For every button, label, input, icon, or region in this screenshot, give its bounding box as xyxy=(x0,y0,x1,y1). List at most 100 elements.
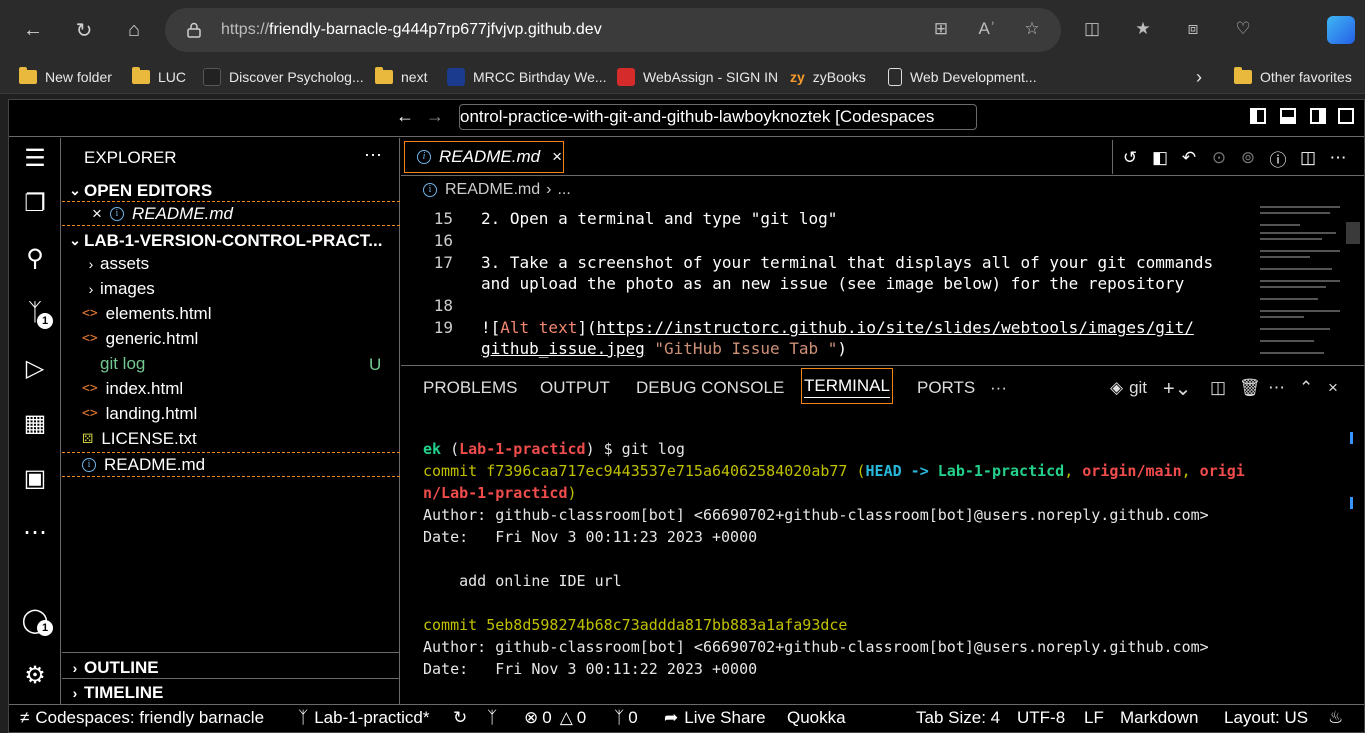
remote-indicator[interactable]: ≠ Codespaces: friendly barnacle xyxy=(20,706,264,730)
new-terminal-icon[interactable]: +⌄ xyxy=(1163,374,1191,402)
more-icon[interactable]: ⋯ xyxy=(9,510,61,554)
favorite-luc[interactable]: LUC xyxy=(132,66,186,88)
terminal-prompt[interactable]: ek (Lab-1-practicd) $ git log xyxy=(423,440,685,462)
code-line[interactable]: 17 3. Take a screenshot of your terminal … xyxy=(401,253,1213,274)
quokka-button[interactable]: Quokka xyxy=(787,706,846,730)
split-terminal-icon[interactable]: ◫ xyxy=(1210,374,1226,402)
favorite-zybooks[interactable]: zy zyBooks xyxy=(790,66,866,88)
tree-item-readme[interactable]: i README.md xyxy=(62,452,400,477)
accounts-icon[interactable]: ◯ 1 xyxy=(9,598,61,642)
search-icon[interactable]: ⚲ xyxy=(9,236,61,280)
open-changes-icon[interactable]: ◧ xyxy=(1148,146,1172,170)
split-editor-icon[interactable]: ◫ xyxy=(1296,146,1320,170)
other-favorites[interactable]: Other favorites xyxy=(1234,66,1352,88)
favorite-discover-psychology[interactable]: Discover Psycholog... xyxy=(203,66,364,88)
tree-item-git-log[interactable]: git log xyxy=(62,351,400,376)
toggle-panel-icon[interactable] xyxy=(1280,108,1296,124)
app-available-icon[interactable]: ⊞ xyxy=(930,18,952,40)
code-line[interactable]: 16 xyxy=(401,231,481,252)
extensions-icon[interactable]: ▦ xyxy=(9,401,61,445)
refresh-icon[interactable]: ↻ xyxy=(68,14,100,46)
tree-item-index[interactable]: <> index.html xyxy=(62,376,400,401)
publish-icon[interactable]: ᛉ xyxy=(487,706,497,730)
go-back-icon[interactable]: ← xyxy=(396,106,414,127)
tab-readme[interactable]: i README.md × xyxy=(404,141,564,173)
favorite-web-development[interactable]: Web Development... xyxy=(888,66,1037,88)
encoding[interactable]: UTF-8 xyxy=(1017,706,1065,730)
code-line[interactable]: 15 2. Open a terminal and type "git log" xyxy=(401,209,838,230)
project-section[interactable]: ⌄ LAB-1-VERSION-CONTROL-PRACT... xyxy=(62,228,400,253)
close-icon[interactable]: × xyxy=(92,204,102,224)
code-line-wrapped[interactable]: and upload the photo as an new issue (se… xyxy=(401,274,1184,295)
code-line[interactable]: 18 xyxy=(401,296,481,317)
collections-icon[interactable]: ⧈ xyxy=(1182,18,1204,40)
favorites-icon[interactable]: ★ xyxy=(1132,18,1154,40)
customize-layout-icon[interactable] xyxy=(1338,108,1354,124)
keyboard-layout[interactable]: Layout: US xyxy=(1224,706,1308,730)
toggle-sidebar-icon[interactable] xyxy=(1250,108,1266,124)
favorite-mrcc[interactable]: MRCC Birthday We... xyxy=(447,66,607,88)
outline-section[interactable]: › OUTLINE xyxy=(62,655,400,680)
open-editors-section[interactable]: ⌄ OPEN EDITORS xyxy=(62,178,400,203)
sync-icon[interactable]: ↻ xyxy=(453,706,467,730)
timeline-section[interactable]: › TIMELINE xyxy=(62,680,400,705)
editor-more-icon[interactable]: ⋯ xyxy=(1326,146,1350,170)
address-bar[interactable]: https://friendly-barnacle-g444p7rp677jfv… xyxy=(165,8,1061,52)
gitlens-icon[interactable]: ⓘ xyxy=(1266,146,1290,170)
ports-indicator[interactable]: ᛉ0 xyxy=(614,706,638,730)
kill-terminal-icon[interactable]: 🗑 xyxy=(1239,374,1261,402)
settings-gear-icon[interactable]: ⚙ xyxy=(9,653,61,697)
toggle-secondary-sidebar-icon[interactable] xyxy=(1310,108,1326,124)
breadcrumb-file[interactable]: README.md xyxy=(445,181,540,199)
explorer-more-icon[interactable]: ⋯ xyxy=(364,145,382,166)
tab-debug-console[interactable]: DEBUG CONSOLE xyxy=(636,374,784,402)
minimap[interactable] xyxy=(1258,202,1344,362)
command-center[interactable]: ontrol-practice-with-git-and-github-lawb… xyxy=(459,104,977,130)
tree-item-assets[interactable]: › assets xyxy=(62,251,400,276)
tree-item-license[interactable]: ⚄ LICENSE.txt xyxy=(62,426,400,451)
close-panel-icon[interactable]: × xyxy=(1328,374,1338,402)
terminal-shell-selector[interactable]: ◈ git xyxy=(1110,374,1147,402)
copilot-icon[interactable] xyxy=(1327,16,1355,44)
favorite-webassign[interactable]: WebAssign - SIGN IN xyxy=(617,66,778,88)
branch-indicator[interactable]: ᛉ Lab-1-practicd* xyxy=(298,706,429,730)
tree-item-images[interactable]: › images xyxy=(62,276,400,301)
tab-ports[interactable]: PORTS xyxy=(917,374,975,402)
read-aloud-icon[interactable]: Aʾ xyxy=(976,18,998,40)
maximize-panel-icon[interactable]: ⌃ xyxy=(1299,374,1313,402)
home-icon[interactable]: ⌂ xyxy=(118,14,150,46)
favorite-new-folder[interactable]: New folder xyxy=(19,66,112,88)
code-line-wrapped[interactable]: github_issue.jpeg "GitHub Issue Tab ") xyxy=(401,339,847,360)
tab-size[interactable]: Tab Size: 4 xyxy=(916,706,1000,730)
editor-scrollbar[interactable] xyxy=(1346,222,1360,244)
tree-item-generic[interactable]: <> generic.html xyxy=(62,326,400,351)
panel-actions-icon[interactable]: ⋯ xyxy=(1268,374,1285,402)
language-mode[interactable]: Markdown xyxy=(1120,706,1198,730)
notifications-bell-icon[interactable]: ♨ xyxy=(1328,706,1343,730)
problems-indicator[interactable]: ⊗ 0 △ 0 xyxy=(524,706,586,730)
revert-icon[interactable]: ↶ xyxy=(1177,146,1201,170)
favorite-star-icon[interactable]: ☆ xyxy=(1021,18,1043,40)
open-editor-readme[interactable]: × i README.md xyxy=(62,201,400,226)
favorite-next[interactable]: next xyxy=(375,66,427,88)
explorer-icon[interactable]: ❐ xyxy=(9,181,61,225)
tab-problems[interactable]: PROBLEMS xyxy=(423,374,517,402)
back-icon[interactable]: ← xyxy=(17,14,49,46)
tree-item-landing[interactable]: <> landing.html xyxy=(62,401,400,426)
timeline-history-icon[interactable]: ↺ xyxy=(1118,146,1142,170)
go-forward-icon[interactable]: → xyxy=(426,106,444,127)
tab-output[interactable]: OUTPUT xyxy=(540,374,610,402)
remote-explorer-icon[interactable]: ▣ xyxy=(9,456,61,500)
run-debug-icon[interactable]: ▷ xyxy=(9,346,61,390)
browser-essentials-icon[interactable]: ♡ xyxy=(1232,18,1254,40)
live-share-button[interactable]: ➦ Live Share xyxy=(664,706,766,730)
close-tab-icon[interactable]: × xyxy=(552,147,562,167)
source-control-icon[interactable]: ᛉ1 xyxy=(9,291,61,335)
breadcrumb-more[interactable]: ... xyxy=(557,181,570,199)
split-screen-icon[interactable]: ◫ xyxy=(1081,18,1103,40)
menu-icon[interactable]: ☰ xyxy=(9,136,61,180)
tab-terminal[interactable]: TERMINAL xyxy=(801,368,893,404)
line-ending[interactable]: LF xyxy=(1084,706,1104,730)
chevron-right-icon[interactable]: › xyxy=(1196,66,1202,88)
code-line[interactable]: 19 ![Alt text](https://instructorc.github… xyxy=(401,318,1194,339)
